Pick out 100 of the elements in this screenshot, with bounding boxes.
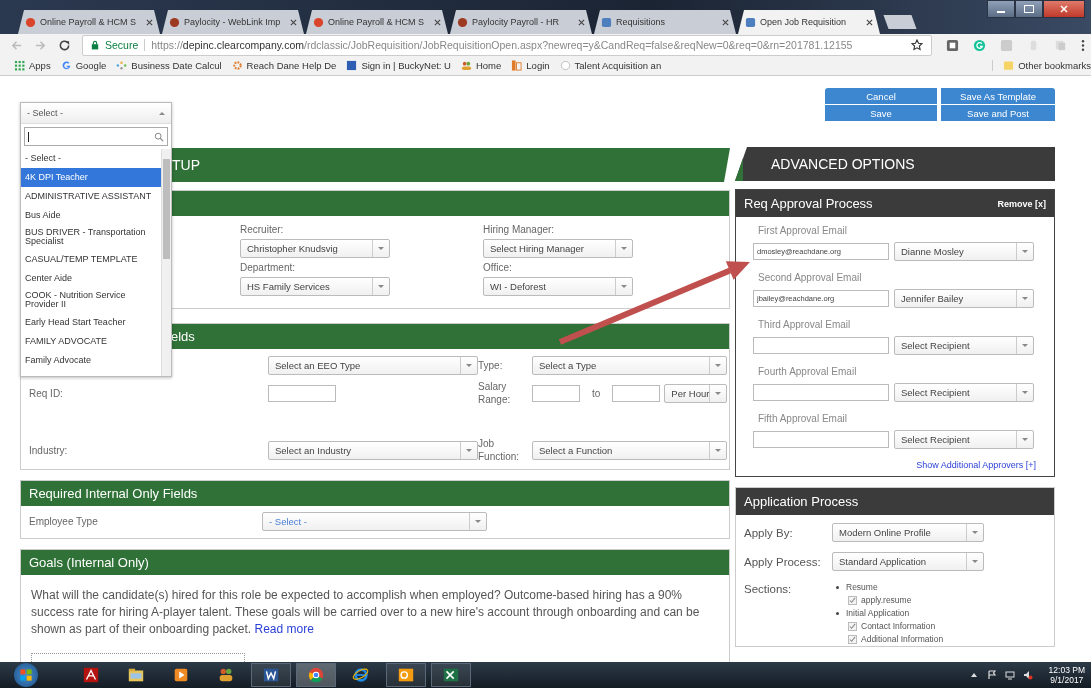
taskbar-app[interactable] <box>251 663 291 687</box>
dropdown-option[interactable]: COOK - Nutrition Service Provider II <box>21 287 161 313</box>
job-function-dropdown[interactable]: Select a Function <box>532 440 727 460</box>
minimize-button[interactable] <box>987 0 1015 18</box>
hiring-manager-dropdown[interactable]: Select Hiring Manager <box>483 239 633 258</box>
close-icon[interactable] <box>290 18 297 26</box>
dropdown-option[interactable]: CASUAL/TEMP TEMPLATE <box>21 249 161 269</box>
network-icon[interactable] <box>1004 670 1015 680</box>
chrome-icon <box>307 666 325 684</box>
email-field[interactable] <box>753 383 889 401</box>
employee-type-dropdown[interactable]: - Select - <box>262 512 487 531</box>
recipient-dropdown[interactable]: Jennifer Bailey <box>894 288 1034 308</box>
dropdown-option[interactable]: Family Advocate <box>21 350 161 370</box>
browser-tab[interactable]: Requisitions <box>594 10 736 34</box>
dropdown[interactable]: - Select - <box>21 103 171 124</box>
salary-max-field[interactable] <box>612 384 661 402</box>
eeo-type-dropdown[interactable]: Select an EEO Type <box>268 355 478 375</box>
recipient-dropdown[interactable]: Select Recipient <box>894 429 1034 449</box>
browser-tab[interactable]: Online Payroll & HCM S <box>306 10 448 34</box>
dropdown-option[interactable]: Center Aide <box>21 268 161 288</box>
email-field[interactable] <box>753 336 889 354</box>
action-button[interactable]: Cancel <box>825 88 937 104</box>
office-dropdown[interactable]: WI - Deforest <box>483 277 633 296</box>
flag-icon[interactable] <box>986 670 997 680</box>
salary-min-field[interactable] <box>532 384 580 402</box>
section-checkbox[interactable]: Contact Information <box>832 620 1046 633</box>
extension-icon[interactable] <box>946 38 959 52</box>
recipient-dropdown[interactable]: Dianne Mosley <box>894 241 1034 261</box>
show-more-link[interactable]: Show Additional Approvers [+] <box>916 460 1036 470</box>
bookmark[interactable]: Login <box>511 60 550 71</box>
close-button[interactable] <box>1043 0 1085 18</box>
email-field[interactable] <box>753 430 889 448</box>
dropdown-option[interactable]: ADMINISTRATIVE ASSISTANT <box>21 187 161 206</box>
checkbox[interactable] <box>848 622 857 631</box>
close-icon[interactable] <box>434 18 441 26</box>
star-icon[interactable] <box>911 39 923 51</box>
dropdown-option[interactable]: - Select - <box>21 149 161 168</box>
section-checkbox[interactable]: Additional Information <box>832 633 1046 646</box>
address-bar[interactable]: Secure https://depinc.clearcompany.com/rdclassic/JobRequisition/JobRequisitionOpen.aspx?newreq=y&CandReq=false&reqNew=0&req=0&rn=201781.12155 <box>82 34 932 56</box>
dropdown-option[interactable]: Early Head Start Teacher <box>21 312 161 332</box>
browser-tab[interactable]: Open Job Requisition <box>738 10 880 34</box>
clock[interactable]: 12:03 PM 9/1/2017 <box>1048 664 1085 686</box>
close-icon[interactable] <box>722 18 729 26</box>
type-dropdown[interactable]: Select a Type <box>532 355 727 375</box>
browser-tab[interactable]: Paylocity - WebLink Imp <box>162 10 304 34</box>
browser-tab[interactable]: Online Payroll & HCM S <box>18 10 160 34</box>
bookmark[interactable]: Business Date Calcul <box>116 60 222 71</box>
lock-icon <box>91 40 99 50</box>
field-label: Type: <box>478 359 504 371</box>
dropdown-option[interactable]: 4K DPI Teacher <box>21 168 161 187</box>
field-label: First Approval Email <box>757 224 848 238</box>
dropdown-option[interactable]: FAMILY ADVOCATE <box>21 331 161 351</box>
scrollbar[interactable] <box>161 149 171 376</box>
req-id-field[interactable] <box>268 384 336 402</box>
close-icon <box>1060 5 1068 13</box>
field-label: Apply By: <box>744 526 794 539</box>
action-button[interactable]: Save and Post <box>941 105 1055 121</box>
department-dropdown[interactable]: HS Family Services <box>240 277 390 296</box>
field-label: Second Approval Email <box>757 271 863 285</box>
browser-tab[interactable]: Paylocity Payroll - HR <box>450 10 592 34</box>
other-bookmarks[interactable]: Other bookmarks <box>992 60 1091 71</box>
dropdown-option[interactable]: BUS DRIVER - Transportation Specialist <box>21 225 161 250</box>
bookmark[interactable]: Reach Dane Help De <box>231 60 337 71</box>
search-field[interactable] <box>24 127 168 146</box>
recipient-dropdown[interactable]: Select Recipient <box>894 335 1034 355</box>
dropdown-option[interactable]: Bus Aide <box>21 206 161 225</box>
recruiter-dropdown[interactable]: Christopher Knudsvig <box>240 239 390 258</box>
new-tab-button[interactable] <box>883 15 917 29</box>
maximize-button[interactable] <box>1015 0 1043 18</box>
taskbar-app[interactable] <box>386 663 426 687</box>
bookmark[interactable]: Sign in | BuckyNet: U <box>346 60 451 71</box>
bookmark[interactable]: Google <box>60 60 107 71</box>
start-button[interactable] <box>14 663 38 687</box>
recipient-dropdown[interactable]: Select Recipient <box>894 382 1034 402</box>
bookmark[interactable]: Home <box>460 60 502 71</box>
checkbox[interactable] <box>848 596 857 605</box>
checkbox[interactable] <box>848 635 857 644</box>
close-icon[interactable] <box>866 18 873 26</box>
close-icon[interactable] <box>578 18 585 26</box>
volume-icon[interactable] <box>1022 670 1033 680</box>
bookmark[interactable]: Talent Acquisition an <box>559 60 662 71</box>
apply-process-dropdown[interactable]: Standard Application <box>832 552 984 571</box>
action-button[interactable]: Save As Template <box>941 88 1055 104</box>
gear-icon <box>231 60 243 71</box>
section-checkbox[interactable]: apply.resume <box>832 594 1046 607</box>
bookmark[interactable]: Apps <box>14 60 51 71</box>
apply-by-dropdown[interactable]: Modern Online Profile <box>832 523 984 542</box>
pay-period-dropdown[interactable]: Per Hour <box>664 383 728 403</box>
industry-dropdown[interactable]: Select an Industry <box>268 440 478 460</box>
field-label: Office: <box>483 262 513 273</box>
banner-title: ADVANCED OPTIONS <box>771 156 915 172</box>
remove-link[interactable]: Remove [x] <box>997 198 1046 209</box>
google-g-icon <box>60 60 72 71</box>
reload-icon[interactable] <box>58 38 71 52</box>
menu-icon[interactable] <box>1081 38 1085 52</box>
read-more-link[interactable]: Read more <box>254 621 314 636</box>
close-icon[interactable] <box>146 18 153 26</box>
taskbar-app[interactable] <box>431 663 471 687</box>
action-button[interactable]: Save <box>825 105 937 121</box>
section-title: Goals (Internal Only) <box>29 555 149 570</box>
